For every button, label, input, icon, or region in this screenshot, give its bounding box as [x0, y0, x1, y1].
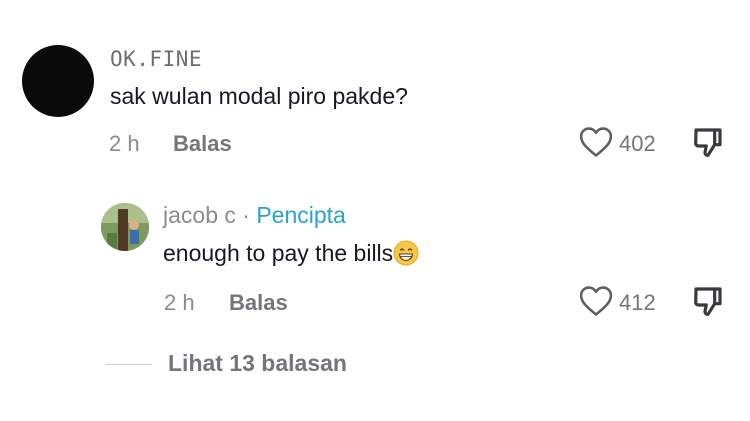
thumbs-down-icon[interactable] — [692, 285, 724, 317]
replies-divider — [106, 364, 152, 365]
avatar-photo — [101, 203, 149, 251]
reply-username[interactable]: jacob c — [163, 202, 236, 228]
comment-reply-button[interactable]: Balas — [173, 131, 232, 157]
commenter-avatar[interactable] — [22, 45, 94, 117]
heart-outline-icon[interactable] — [579, 126, 613, 158]
reply-text: enough to pay the bills — [163, 240, 394, 266]
reply-like-count: 412 — [619, 290, 656, 315]
reply-avatar[interactable] — [101, 203, 149, 251]
separator-dot: · — [242, 202, 250, 228]
reply-text-row: enough to pay the bills — [163, 240, 419, 267]
creator-badge: Pencipta — [256, 202, 346, 228]
comment-like-count: 402 — [619, 131, 656, 156]
view-replies-button[interactable]: Lihat 13 balasan — [168, 350, 347, 377]
comment-timestamp: 2 h — [109, 131, 140, 156]
comment-text: sak wulan modal piro pakde? — [110, 83, 408, 109]
reply-timestamp: 2 h — [164, 290, 195, 315]
commenter-username[interactable]: OK.FINE — [110, 47, 202, 71]
thumbs-down-icon[interactable] — [692, 126, 724, 158]
reply-reply-button[interactable]: Balas — [229, 290, 288, 316]
grinning-face-emoji-icon — [393, 240, 419, 266]
heart-outline-icon[interactable] — [579, 285, 613, 317]
reply-header: jacob c · Pencipta — [163, 202, 346, 229]
